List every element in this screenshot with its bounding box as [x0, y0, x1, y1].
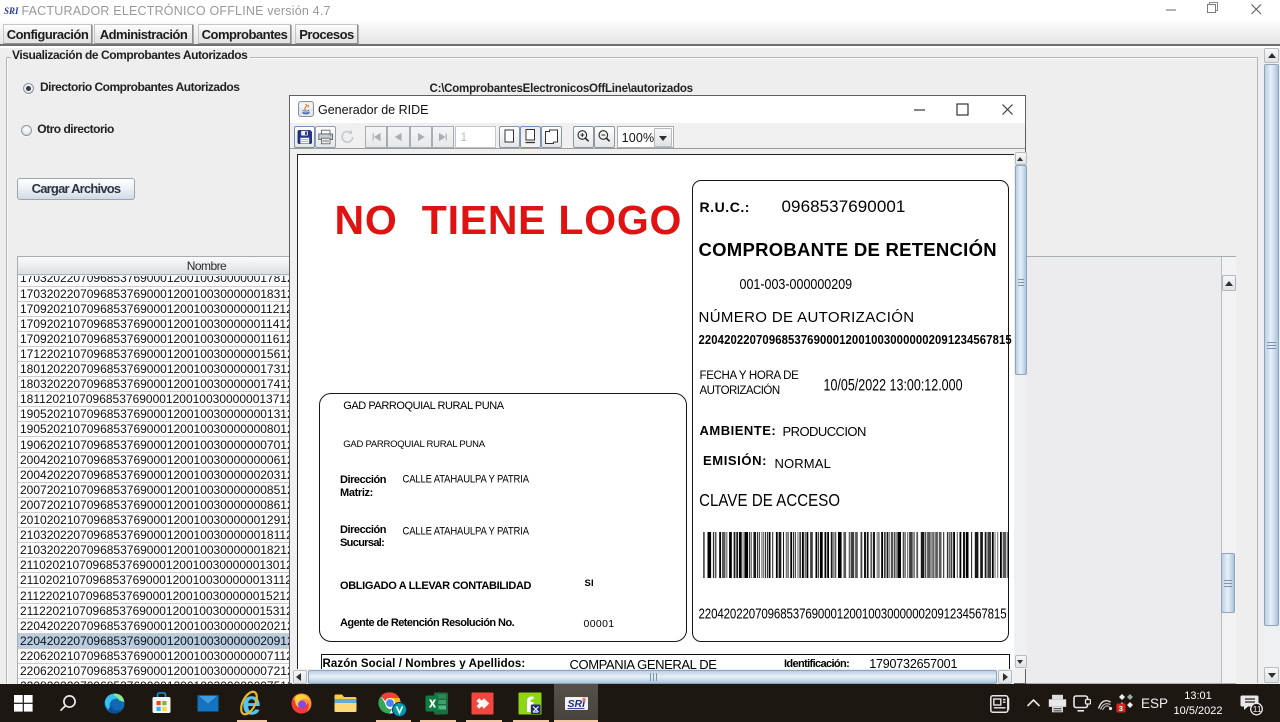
svg-text:11: 11 [1253, 704, 1262, 714]
svg-text:3: 3 [1119, 704, 1123, 713]
svg-text:SRI: SRI [4, 6, 19, 16]
